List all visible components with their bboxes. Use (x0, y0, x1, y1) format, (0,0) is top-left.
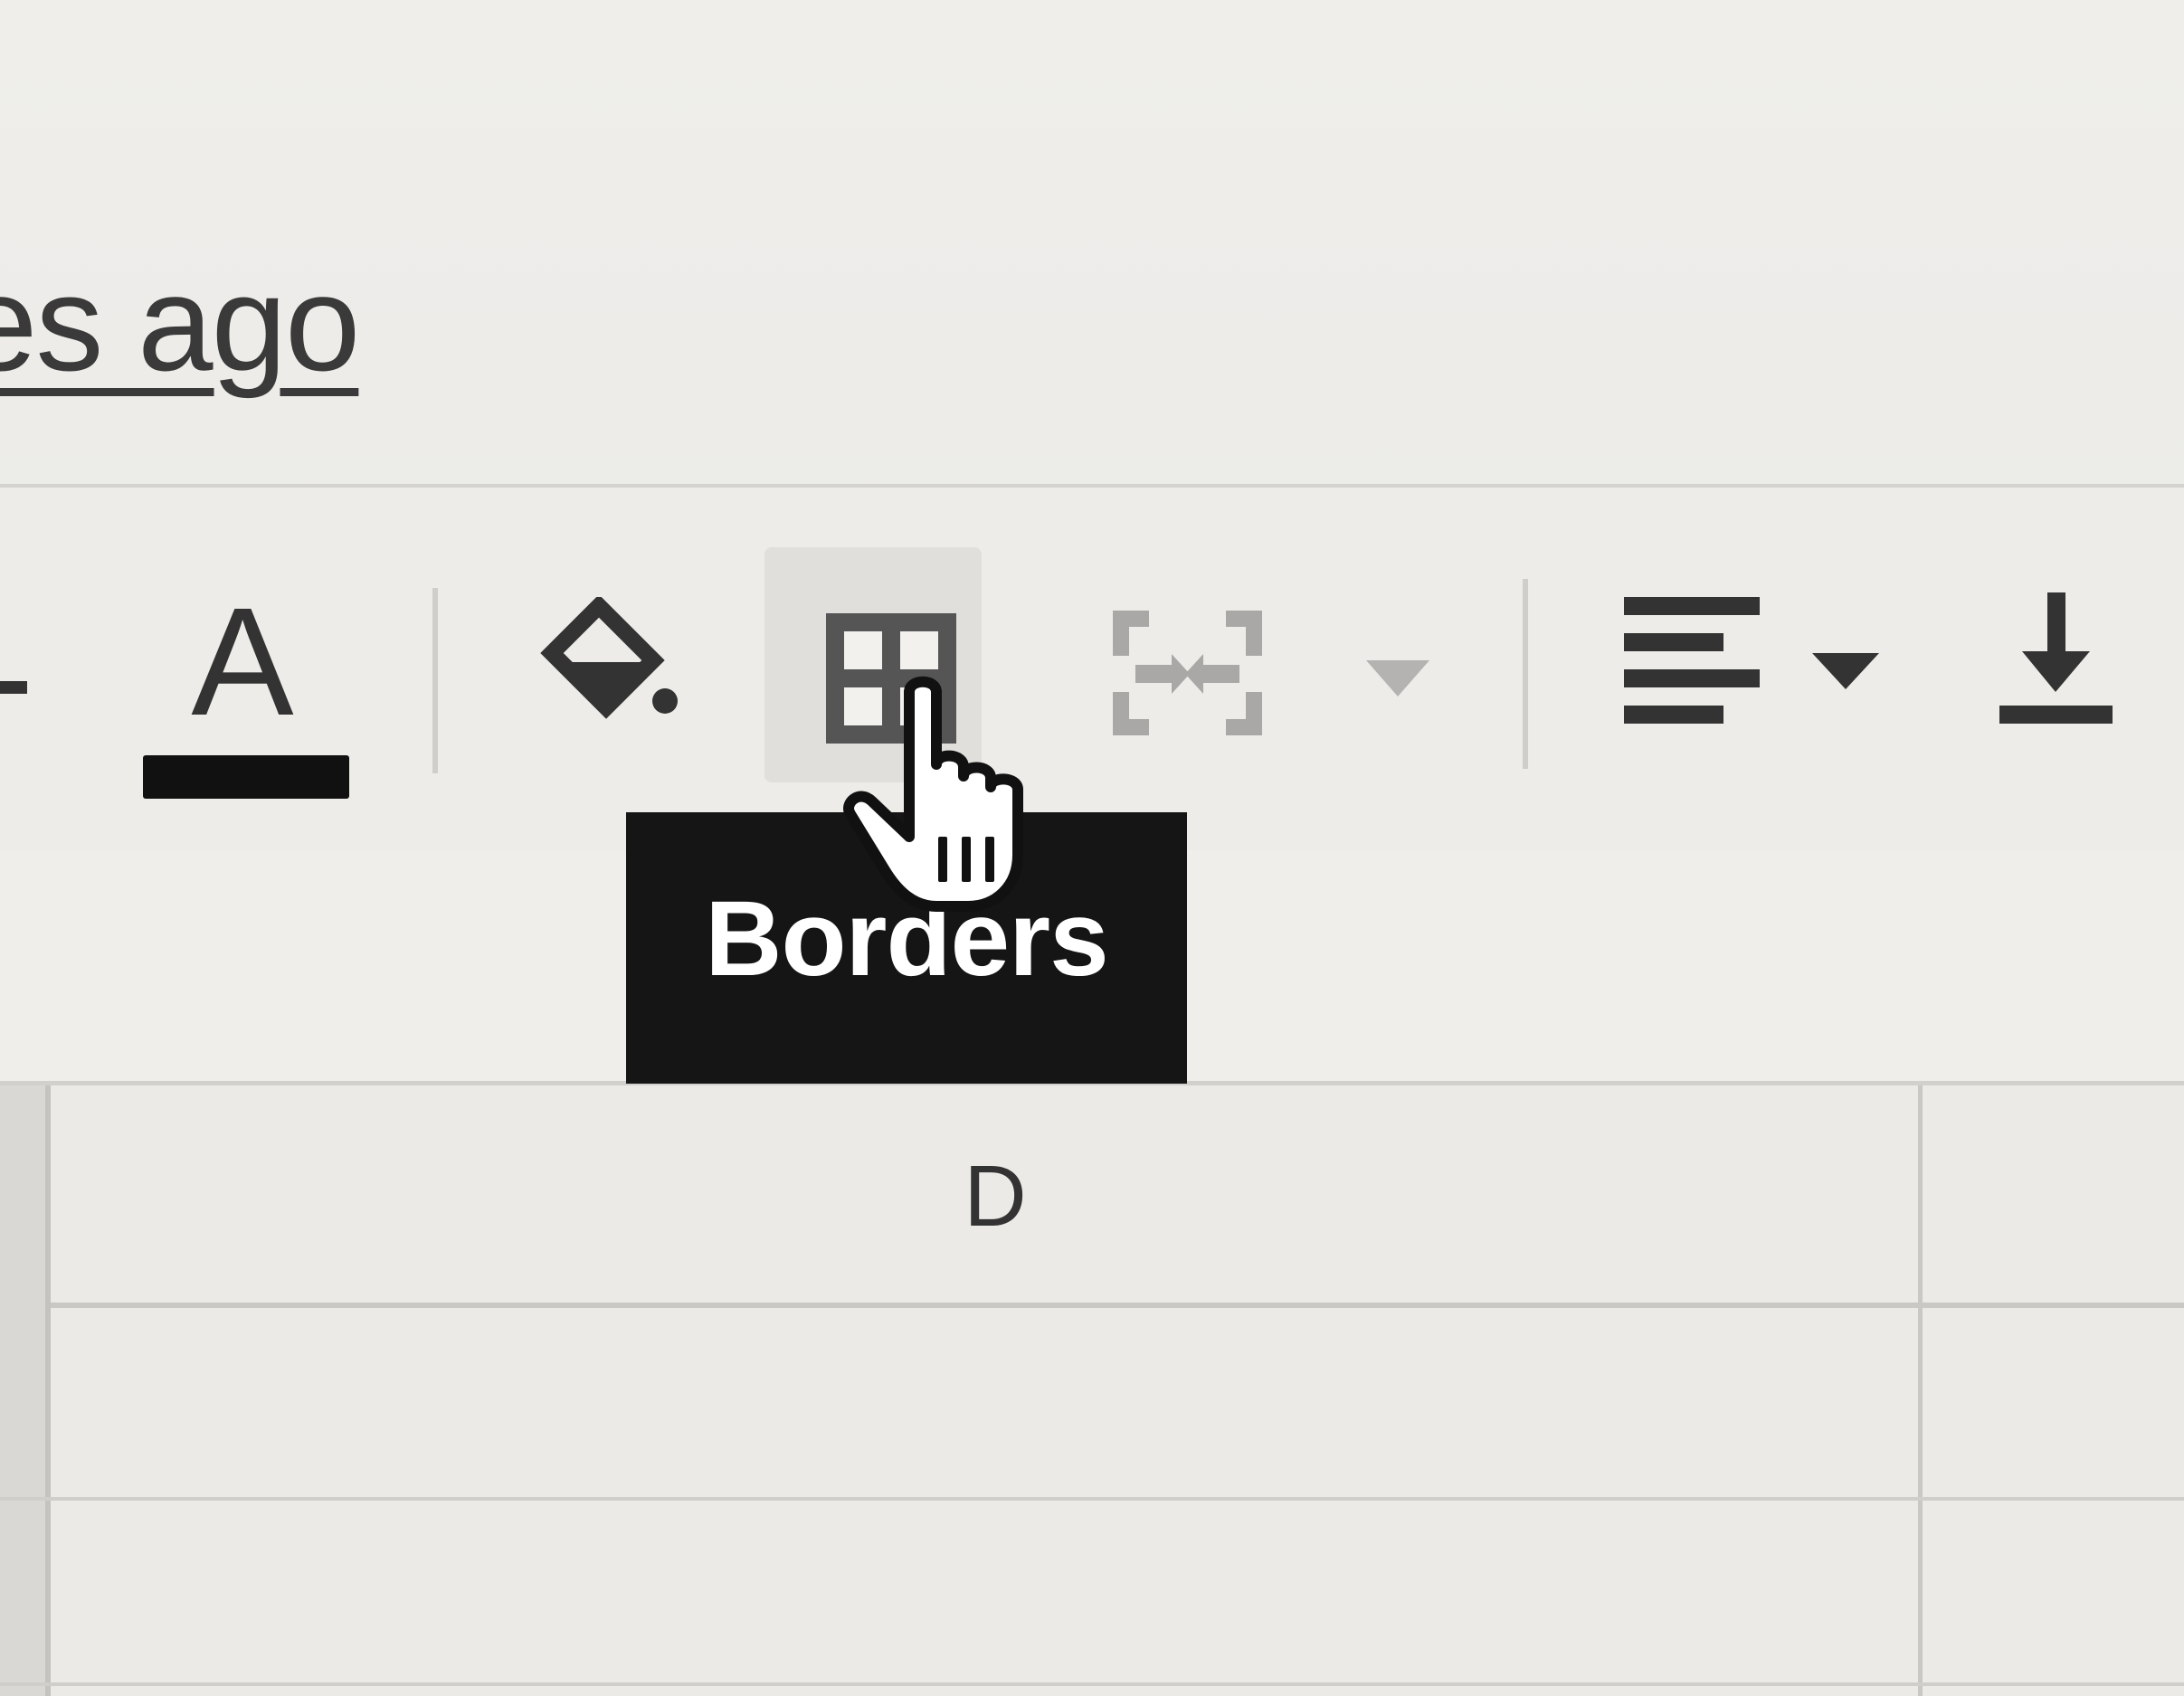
chevron-down-icon (1366, 660, 1429, 696)
vertical-align-button[interactable] (1995, 588, 2117, 728)
text-color-button[interactable]: A (136, 579, 362, 805)
align-bottom-icon (1999, 592, 2113, 724)
partial-toolbar-button[interactable] (0, 674, 36, 701)
cell[interactable] (51, 1308, 1918, 1497)
align-left-icon (1624, 597, 1760, 724)
dash-icon (0, 681, 27, 694)
text-color-swatch (143, 755, 349, 799)
fill-color-button[interactable] (534, 597, 688, 733)
row-header-column (0, 1085, 51, 1696)
hand-pointer-icon (843, 676, 1023, 912)
text-color-letter: A (191, 579, 294, 748)
row-divider (0, 1682, 2184, 1686)
align-dropdown-button[interactable] (1805, 644, 1886, 698)
chevron-down-icon (1812, 653, 1879, 689)
column-header-row: D (0, 1085, 2184, 1308)
last-edit-link[interactable]: es ago (0, 255, 360, 391)
toolbar-separator (432, 588, 438, 773)
column-divider (1918, 1085, 1923, 1696)
merge-dropdown-button[interactable] (1357, 651, 1439, 706)
paint-bucket-icon (540, 597, 678, 719)
cell[interactable] (51, 1501, 1918, 1682)
merge-cells-button[interactable] (1108, 602, 1267, 746)
sheet-grid: D (0, 1085, 2184, 1696)
text-color-icon: A (143, 579, 349, 799)
horizontal-align-button[interactable] (1619, 592, 1764, 733)
column-header-d[interactable]: D (959, 1153, 1031, 1240)
spreadsheet-screen: es ago A D Borders (0, 0, 2184, 1696)
merge-cells-icon (1113, 611, 1262, 735)
toolbar-separator (1523, 579, 1528, 769)
